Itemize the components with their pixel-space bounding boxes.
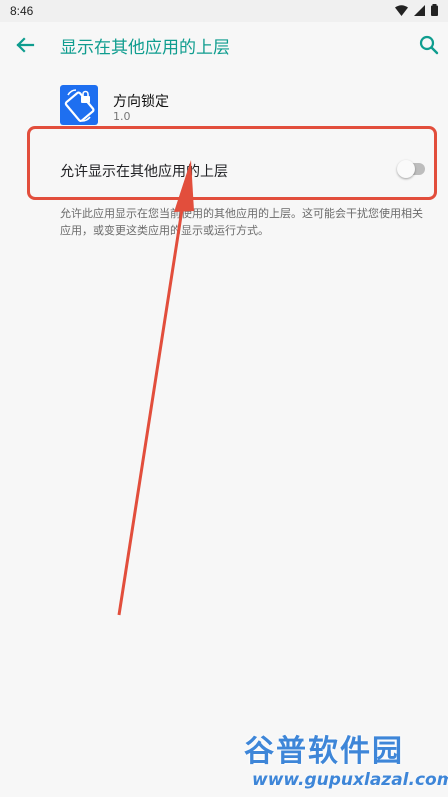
- watermark-brand: 谷普软件园: [244, 734, 404, 769]
- setting-description: 允许此应用显示在您当前使用的其他应用的上层。这可能会干扰您使用相关应用，或变更这…: [60, 207, 423, 237]
- app-info: 方向锁定 1.0: [0, 80, 448, 132]
- search-icon[interactable]: [418, 34, 440, 56]
- battery-icon: [431, 4, 438, 16]
- rotation-lock-icon: [64, 89, 95, 123]
- app-bar: 显示在其他应用的上层: [0, 22, 448, 68]
- app-version: 1.0: [113, 110, 131, 123]
- status-time: 8:46: [10, 4, 34, 18]
- wifi-icon: [395, 4, 408, 16]
- orientation-lock-app-icon: [60, 85, 98, 125]
- app-name: 方向锁定: [113, 94, 169, 110]
- status-bar: 8:46: [0, 0, 448, 22]
- watermark-url: www.gupuxlazal.com: [252, 770, 448, 790]
- annotation-highlight-box: [27, 126, 437, 200]
- page-title: 显示在其他应用的上层: [60, 38, 230, 58]
- back-arrow-icon[interactable]: [14, 34, 36, 56]
- system-icons: [395, 4, 438, 16]
- watermark: 谷普软件园 www.gupuxlazal.com: [244, 726, 448, 797]
- signal-icon: [414, 4, 425, 16]
